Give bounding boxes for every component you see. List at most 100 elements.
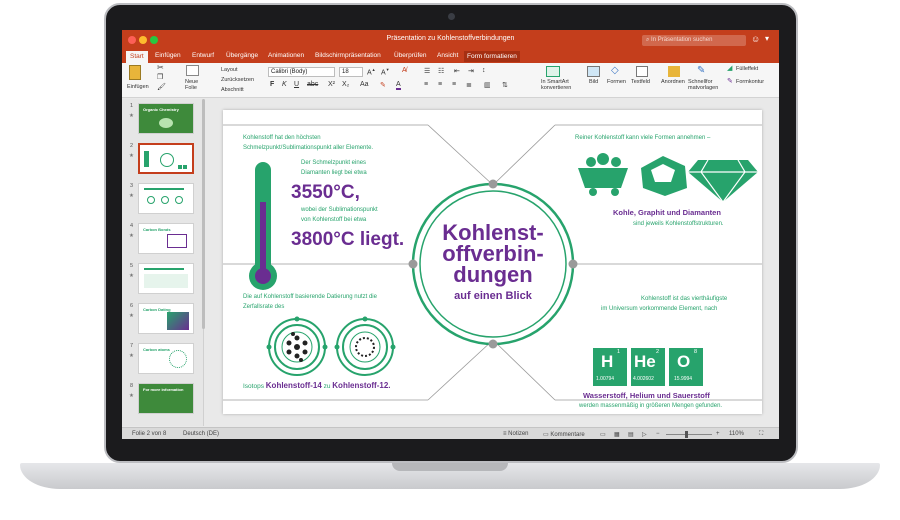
line-spacing-icon[interactable]: ↕ (482, 67, 486, 74)
language-indicator[interactable]: Deutsch (DE) (183, 431, 219, 437)
picture-label[interactable]: Bild (589, 79, 598, 85)
bold-button[interactable]: F (270, 81, 274, 88)
superscript-button[interactable]: X² (328, 81, 335, 88)
tab-animationen[interactable]: Animationen (268, 52, 304, 59)
tab-einfuegen[interactable]: Einfügen (155, 52, 181, 59)
star-icon: ★ (129, 233, 134, 239)
thumb-diagram (167, 234, 187, 248)
star-icon: ★ (129, 113, 134, 119)
highlight-icon[interactable]: ✎ (380, 81, 386, 89)
slide-thumbnail[interactable] (138, 183, 194, 214)
shapes-icon[interactable]: ◇ (611, 65, 619, 76)
paste-label: Einfügen (127, 84, 149, 90)
tr-text-1: Reiner Kohlenstoff kann viele Formen ann… (575, 135, 711, 141)
text-direction-icon[interactable]: ⇅ (502, 81, 508, 89)
strikethrough-button[interactable]: abc (307, 81, 318, 88)
subscript-button[interactable]: X₂ (342, 81, 349, 88)
increase-indent-icon[interactable]: ⇥ (468, 67, 474, 75)
quick-styles-icon[interactable]: ✎ (697, 65, 705, 76)
shrink-font-icon[interactable]: A▼ (381, 67, 390, 76)
tab-ueberpruefen[interactable]: Überprüfen (394, 52, 427, 59)
clear-format-icon[interactable]: A̸ (402, 67, 407, 74)
align-center-icon[interactable]: ≡ (438, 81, 442, 88)
columns-icon[interactable]: ▥ (484, 81, 491, 89)
slide-thumbnail[interactable]: Carbon Bonds (138, 223, 194, 254)
zoom-level[interactable]: 110% (729, 431, 744, 437)
font-color-icon[interactable]: A (396, 81, 401, 90)
zoom-slider-handle[interactable] (685, 431, 688, 438)
star-icon: ★ (129, 353, 134, 359)
new-slide-icon[interactable] (186, 65, 199, 76)
tl-text-3: Der Schmelzpunkt eines (301, 160, 367, 166)
tab-ansicht[interactable]: Ansicht (437, 52, 458, 59)
slide-canvas[interactable]: Kohlenst- offverbin- dungen auf einen Bl… (223, 110, 762, 414)
slideshow-view-icon[interactable]: ▷ (642, 431, 647, 438)
decrease-indent-icon[interactable]: ⇤ (454, 67, 460, 75)
slide-thumbnail[interactable] (138, 143, 194, 174)
slide-thumbnail[interactable]: For more information (138, 383, 194, 414)
reset-button[interactable]: Zurücksetzen (221, 77, 254, 83)
grow-font-icon[interactable]: A▲ (367, 67, 376, 76)
droplet-icon (159, 118, 173, 128)
thumb-title-bar (144, 268, 184, 270)
fill-icon[interactable]: ◢ (727, 64, 732, 72)
textbox-icon[interactable] (636, 66, 648, 77)
normal-view-icon[interactable]: ▭ (600, 431, 606, 438)
shapes-label[interactable]: Formen (607, 79, 626, 85)
fill-label[interactable]: Fülleffekt (736, 66, 758, 72)
copy-icon[interactable]: ❐ (157, 73, 163, 81)
zoom-in-icon[interactable]: + (716, 431, 720, 437)
zoom-slider[interactable] (666, 434, 712, 435)
quick-styles-label[interactable]: Schnellfor matvorlagen (688, 79, 718, 91)
elements-headline: Wasserstoff, Helium und Sauerstoff (583, 391, 710, 400)
star-icon: ★ (129, 313, 134, 319)
cut-icon[interactable]: ✂ (157, 63, 164, 72)
justify-icon[interactable]: ≣ (466, 81, 472, 89)
align-right-icon[interactable]: ≡ (452, 81, 456, 88)
textbox-label[interactable]: Textfeld (631, 79, 650, 85)
tab-form-formatieren[interactable]: Form formatieren (464, 51, 520, 62)
slide-thumbnail[interactable]: Carbon atoms (138, 343, 194, 374)
outline-label[interactable]: Formkontur (736, 79, 764, 85)
isotope-b: Kohlenstoff-12. (332, 381, 391, 390)
smartart-icon[interactable] (546, 66, 560, 77)
arrange-label[interactable]: Anordnen (661, 79, 685, 85)
italic-button[interactable]: K (282, 81, 287, 88)
fit-to-window-icon[interactable]: ⛶ (759, 431, 763, 438)
divider-line (492, 124, 556, 186)
comments-button[interactable]: ▭ Kommentare (543, 431, 585, 438)
thumb-title: Carbon Bonds (143, 227, 171, 232)
numbering-icon[interactable]: ☷ (438, 67, 444, 75)
picture-icon[interactable] (587, 66, 600, 77)
smartart-label[interactable]: In SmartArt konvertieren (541, 79, 571, 91)
slide-thumbnail[interactable]: Organic Chemistry (138, 103, 194, 134)
tab-entwurf[interactable]: Entwurf (192, 52, 214, 59)
reading-view-icon[interactable]: ▤ (628, 431, 634, 438)
notes-button[interactable]: ≡ Notizen (503, 431, 529, 437)
font-size-select[interactable]: 18 (339, 67, 363, 77)
font-family-select[interactable]: Calibri (Body) (268, 67, 335, 77)
underline-button[interactable]: U (294, 81, 299, 88)
thumbnail-scrollbar[interactable] (202, 99, 205, 329)
layout-button[interactable]: Layout (221, 67, 238, 73)
tab-start[interactable]: Start (126, 51, 148, 63)
outline-icon[interactable]: ✎ (727, 77, 733, 85)
section-button[interactable]: Abschnitt (221, 87, 244, 93)
tab-uebergaenge[interactable]: Übergänge (226, 52, 258, 59)
bullets-icon[interactable]: ☰ (424, 67, 430, 75)
paste-icon[interactable] (129, 65, 141, 80)
sorter-view-icon[interactable]: ▦ (614, 431, 620, 438)
change-case-icon[interactable]: Aa (360, 81, 369, 88)
divider-line (492, 339, 556, 401)
slide-thumbnail[interactable] (138, 263, 194, 294)
slide-thumbnail[interactable]: Carbon Dating (138, 303, 194, 334)
zoom-out-icon[interactable]: − (656, 431, 660, 437)
align-left-icon[interactable]: ≡ (424, 81, 428, 88)
new-slide-label[interactable]: Neue Folie (185, 79, 198, 91)
search-input[interactable]: ⌕ In Präsentation suchen (642, 35, 746, 46)
tab-bildschirmpraesentation[interactable]: Bildschirmpräsentation (315, 52, 381, 59)
smile-feedback-icon[interactable]: ☺ (751, 34, 760, 44)
user-icon[interactable]: ▾ (765, 34, 769, 43)
format-painter-icon[interactable]: 🖌 (157, 83, 166, 91)
arrange-icon[interactable] (668, 66, 680, 77)
